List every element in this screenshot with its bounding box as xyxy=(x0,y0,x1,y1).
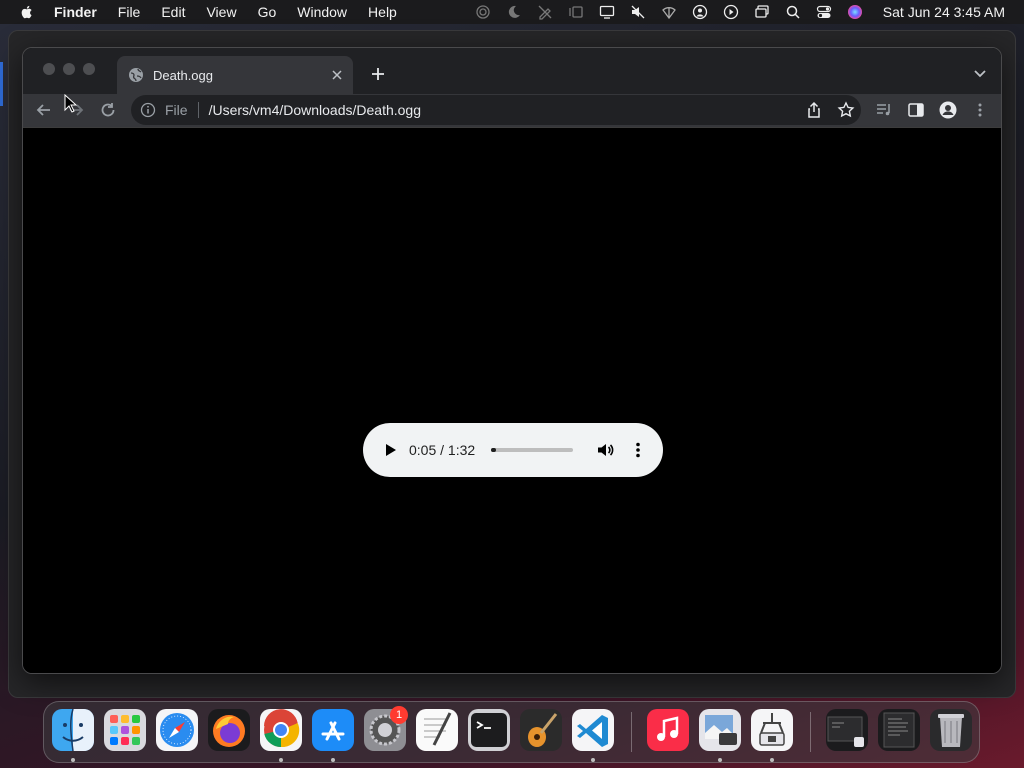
menu-go[interactable]: Go xyxy=(258,4,277,20)
menu-file[interactable]: File xyxy=(118,4,141,20)
siri-icon[interactable] xyxy=(846,3,864,21)
menu-clock[interactable]: Sat Jun 24 3:45 AM xyxy=(883,4,1005,20)
mute-icon[interactable] xyxy=(629,3,647,21)
dock-divider xyxy=(810,712,811,752)
dock-textedit-icon[interactable] xyxy=(416,709,458,751)
dock-running-indicator xyxy=(718,758,722,762)
control-center-icon[interactable] xyxy=(815,3,833,21)
dock: 1 xyxy=(43,701,980,763)
dock-running-indicator xyxy=(71,758,75,762)
info-icon[interactable] xyxy=(140,102,156,118)
focus-moon-icon[interactable] xyxy=(505,3,523,21)
display-icon[interactable] xyxy=(598,3,616,21)
notification-badge: 1 xyxy=(390,706,408,724)
user-icon[interactable] xyxy=(691,3,709,21)
tab-active[interactable]: Death.ogg xyxy=(117,56,353,94)
address-bar[interactable]: File /Users/vm4/Downloads/Death.ogg xyxy=(131,95,861,125)
url-scheme-label: File xyxy=(165,102,188,118)
screens-icon[interactable] xyxy=(753,3,771,21)
kebab-menu-icon[interactable] xyxy=(969,99,991,121)
menu-edit[interactable]: Edit xyxy=(161,4,185,20)
page-content: 0:05 / 1:32 xyxy=(23,127,1001,673)
menu-finder[interactable]: Finder xyxy=(54,4,97,20)
share-icon[interactable] xyxy=(805,101,823,119)
dock-running-indicator xyxy=(591,758,595,762)
dock-music-icon[interactable] xyxy=(647,709,689,751)
profile-icon[interactable] xyxy=(937,99,959,121)
dock-preview-icon[interactable] xyxy=(699,709,741,751)
dock-terminal-icon[interactable] xyxy=(468,709,510,751)
pen-off-icon[interactable] xyxy=(536,3,554,21)
more-options-icon[interactable] xyxy=(629,441,647,459)
background-accent-bar xyxy=(0,62,3,106)
minimize-window-button[interactable] xyxy=(63,63,75,75)
play-icon[interactable] xyxy=(381,441,399,459)
dock-running-indicator xyxy=(279,758,283,762)
dock-divider xyxy=(631,712,632,752)
dock-garageband-icon[interactable] xyxy=(520,709,562,751)
close-window-button[interactable] xyxy=(43,63,55,75)
mouse-cursor-icon xyxy=(64,94,78,113)
dock-running-indicator xyxy=(770,758,774,762)
seek-slider-fill xyxy=(491,448,496,452)
reload-icon[interactable] xyxy=(97,99,119,121)
tab-search-chevron-icon[interactable] xyxy=(971,64,989,82)
browser-window: Death.ogg File /Users/vm4/Downloads/Deat… xyxy=(22,47,1002,674)
airdrop-icon[interactable] xyxy=(474,3,492,21)
dock-app-store-icon[interactable] xyxy=(312,709,354,751)
dock-safari-icon[interactable] xyxy=(156,709,198,751)
bookmark-star-icon[interactable] xyxy=(837,101,855,119)
dock-trash-icon[interactable] xyxy=(930,709,972,751)
dock-vscode-icon[interactable] xyxy=(572,709,614,751)
dock-launchpad-icon[interactable] xyxy=(104,709,146,751)
playback-time: 0:05 / 1:32 xyxy=(409,442,476,458)
browser-toolbar: File /Users/vm4/Downloads/Death.ogg xyxy=(23,94,1001,127)
status-area: Sat Jun 24 3:45 AM xyxy=(474,0,1024,24)
volume-icon[interactable] xyxy=(595,440,615,460)
play-circle-icon[interactable] xyxy=(722,3,740,21)
wifi-icon[interactable] xyxy=(660,3,678,21)
dock-archive-utility-icon[interactable] xyxy=(751,709,793,751)
seek-slider[interactable] xyxy=(491,448,574,452)
dock-running-indicator xyxy=(331,758,335,762)
zoom-window-button[interactable] xyxy=(83,63,95,75)
tab-title: Death.ogg xyxy=(153,67,213,83)
url-text[interactable]: /Users/vm4/Downloads/Death.ogg xyxy=(209,102,421,118)
dock-window-thumbnail-2[interactable] xyxy=(878,709,920,751)
menu-bar: Finder File Edit View Go Window Help Sat… xyxy=(0,0,1024,24)
apple-menu-icon[interactable] xyxy=(19,4,35,20)
search-icon[interactable] xyxy=(784,3,802,21)
new-tab-icon[interactable] xyxy=(367,63,389,85)
tab-strip: Death.ogg xyxy=(23,48,1001,94)
dock-firefox-icon[interactable] xyxy=(208,709,250,751)
audio-player: 0:05 / 1:32 xyxy=(363,423,663,477)
side-panel-icon[interactable] xyxy=(905,99,927,121)
media-control-icon[interactable] xyxy=(873,99,895,121)
menu-view[interactable]: View xyxy=(206,4,236,20)
menu-help[interactable]: Help xyxy=(368,4,397,20)
dock-window-thumbnail-1[interactable] xyxy=(826,709,868,751)
stage-manager-icon[interactable] xyxy=(567,3,585,21)
close-tab-icon[interactable] xyxy=(329,67,345,83)
dock-finder-icon[interactable] xyxy=(52,709,94,751)
back-icon[interactable] xyxy=(33,99,55,121)
dock-chrome-icon[interactable] xyxy=(260,709,302,751)
globe-icon xyxy=(129,68,143,82)
menu-window[interactable]: Window xyxy=(297,4,347,20)
omnibox-divider xyxy=(197,102,199,118)
